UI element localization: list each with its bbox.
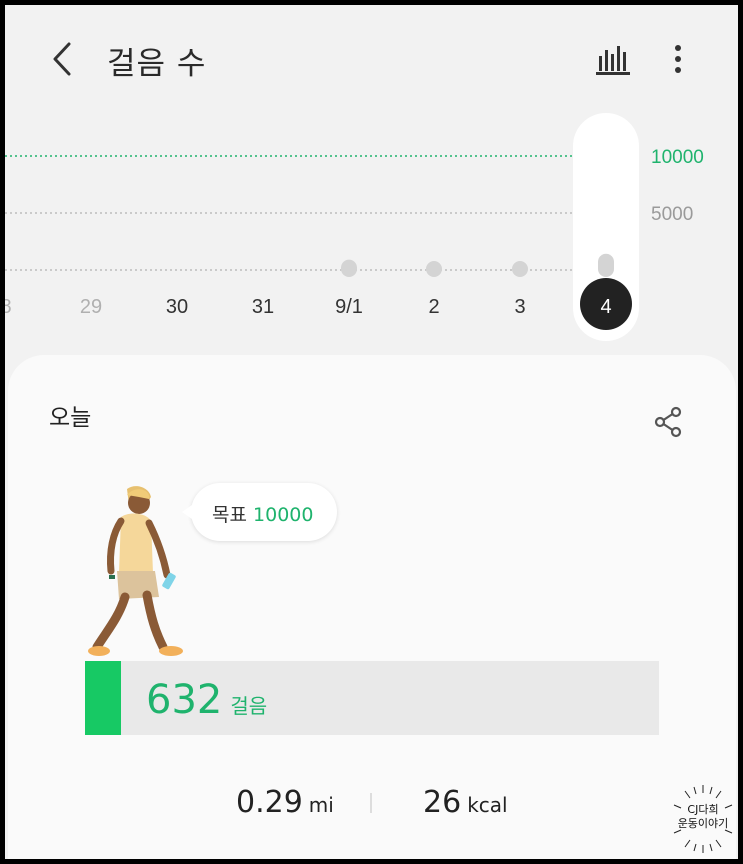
x-tick-label[interactable]: 4	[600, 296, 611, 318]
more-vertical-icon	[675, 45, 681, 73]
distance-unit: mi	[308, 793, 334, 817]
metric-divider	[370, 793, 372, 813]
y-tick-mid: 5000	[651, 204, 693, 225]
x-tick-label[interactable]: 2	[428, 296, 439, 318]
app-header: 걸음 수	[5, 5, 738, 105]
chart-marks: 8 29 30 31 9/1 2 3 4	[5, 253, 632, 330]
goal-bubble: 목표 10000	[182, 483, 337, 541]
steps-count: 632 걸음	[146, 677, 267, 723]
share-icon	[654, 406, 682, 438]
calories-metric: 26 kcal	[423, 785, 508, 820]
x-tick-label[interactable]: 31	[252, 296, 274, 318]
bar-chart-icon	[596, 46, 630, 75]
distance-value: 0.29	[236, 785, 303, 820]
today-label: 오늘	[49, 405, 92, 431]
x-tick-label[interactable]: 30	[166, 296, 188, 318]
chevron-left-icon	[53, 42, 71, 76]
weekly-steps-chart[interactable]: 10000 5000 8 29 30 31 9/1 2 3 4	[5, 105, 738, 355]
watermark-line1: CJ다희	[687, 803, 719, 816]
chart-canvas: 10000 5000 8 29 30 31 9/1 2 3 4	[5, 113, 704, 341]
steps-number: 632	[146, 677, 223, 723]
watermark-text: CJ다희 운동이야기	[671, 803, 735, 831]
goal-value: 10000	[253, 504, 314, 526]
walking-person-illustration	[83, 481, 193, 661]
more-options-button[interactable]	[667, 39, 689, 79]
day-bar[interactable]	[598, 253, 614, 277]
watermark-badge: CJ다희 운동이야기	[671, 783, 735, 855]
x-tick-label[interactable]: 3	[514, 296, 525, 318]
steps-unit: 걸음	[230, 694, 268, 718]
day-bar[interactable]	[426, 261, 442, 277]
calories-value: 26	[423, 785, 462, 820]
back-button[interactable]	[45, 39, 81, 79]
x-tick-label[interactable]: 9/1	[335, 296, 363, 318]
x-tick-label[interactable]: 29	[80, 296, 102, 318]
steps-screen: 걸음 수 10000 5000 8 29 30 31 9/1 2 3 4 오늘 …	[5, 5, 738, 859]
day-bar[interactable]	[341, 259, 357, 277]
steps-progress-fill	[85, 661, 122, 735]
page-title: 걸음 수	[107, 46, 207, 82]
x-tick-label[interactable]: 8	[5, 296, 12, 318]
stats-button[interactable]	[591, 39, 631, 79]
y-tick-goal: 10000	[651, 147, 704, 168]
share-button[interactable]	[653, 405, 685, 439]
distance-metric: 0.29 mi	[236, 785, 334, 820]
goal-label: 목표	[212, 504, 247, 526]
calories-unit: kcal	[467, 793, 508, 817]
watermark-line2: 운동이야기	[677, 817, 729, 830]
metrics-row: 0.29 mi 26 kcal	[5, 785, 738, 835]
day-bar[interactable]	[512, 261, 528, 277]
